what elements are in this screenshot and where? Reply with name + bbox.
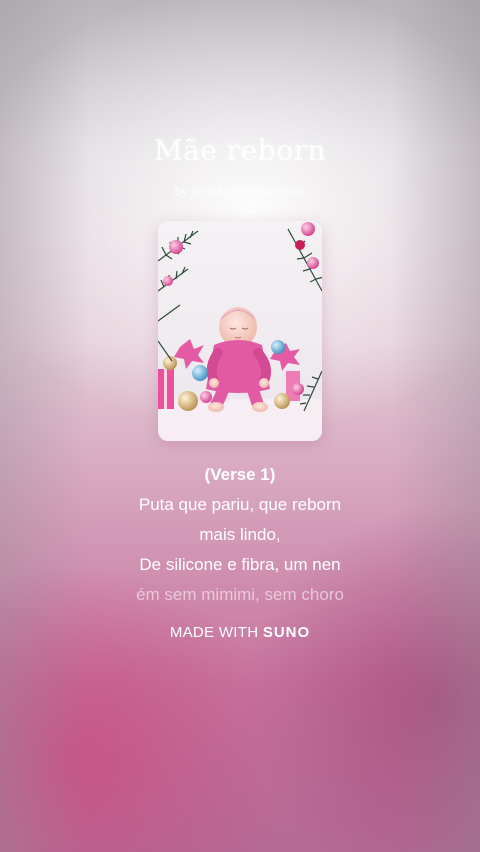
ornament <box>163 276 173 286</box>
lyric-line: De silicone e fibra, um nen <box>139 555 341 574</box>
song-title: Mãe reborn <box>154 134 326 167</box>
ornament <box>301 222 315 236</box>
background-shade-right <box>390 0 480 852</box>
lyric-line: mais lindo, <box>199 525 281 544</box>
made-with-suno: MADE WITH SUNO <box>0 624 480 641</box>
lyrics-section-label: (Verse 1) <box>204 465 276 484</box>
lyric-line: Puta que pariu, que reborn <box>138 495 342 514</box>
gift-ribbon <box>164 369 167 409</box>
made-with-label: MADE WITH <box>169 624 259 641</box>
ornament <box>200 391 212 403</box>
ornament <box>307 257 319 269</box>
ornament <box>169 240 183 254</box>
ornament <box>295 240 305 250</box>
ornament <box>271 340 285 354</box>
cover-art <box>158 221 322 441</box>
suno-logo: SUNO <box>262 624 311 641</box>
ornament <box>178 391 198 411</box>
background-shade-left <box>0 0 90 852</box>
ornament <box>274 393 290 409</box>
ornament <box>292 383 304 395</box>
lyric-line: ém sem mimimi, sem choro <box>136 585 344 604</box>
lyrics-panel: (Verse 1) Puta que pariu, que reborn mai… <box>0 460 480 610</box>
ornament <box>192 365 208 381</box>
song-byline: by @radicalheadlineicex <box>174 184 306 198</box>
